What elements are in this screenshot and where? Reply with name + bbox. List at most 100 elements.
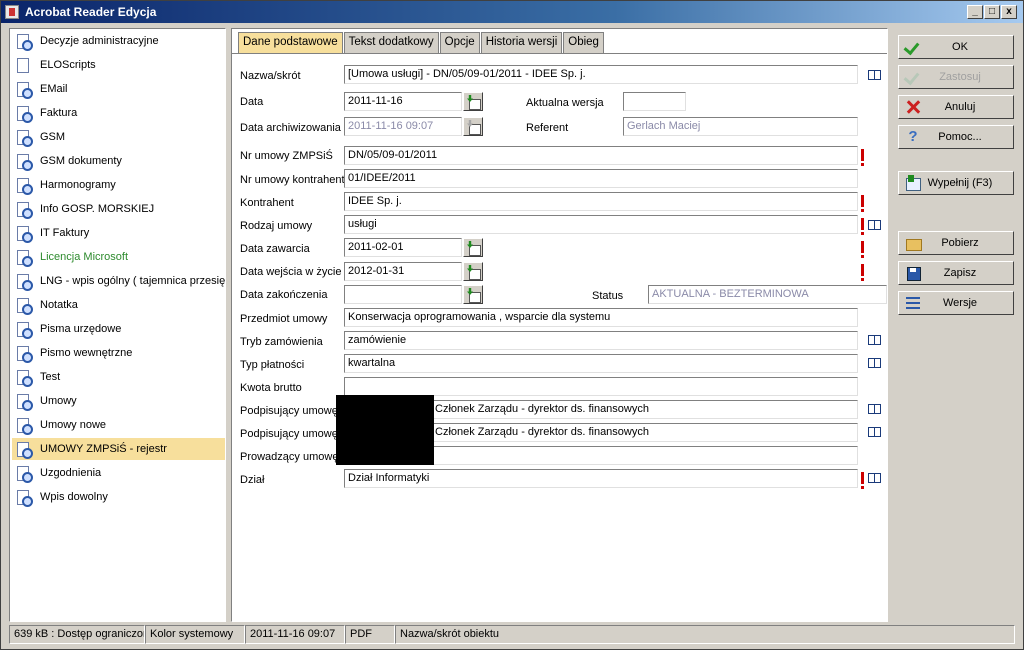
ok-button[interactable]: OK: [898, 35, 1014, 59]
sidebar-item-it-faktury[interactable]: IT Faktury: [12, 222, 225, 244]
prowadzacy-label: Prowadzący umowę: [240, 451, 336, 463]
nr-umowy-kontrahenta-field[interactable]: 01/IDEE/2011: [344, 169, 858, 188]
dzial-field[interactable]: Dział Informatyki: [344, 469, 858, 488]
save-button-label: Zapisz: [943, 267, 977, 279]
maximize-button[interactable]: □: [984, 5, 1000, 19]
sidebar-item-label: UMOWY ZMPSiŚ - rejestr: [40, 443, 167, 455]
tryb-field[interactable]: zamówienie: [344, 331, 858, 350]
calendar-picker-icon[interactable]: [463, 285, 483, 304]
document-search-icon: [15, 33, 33, 51]
nazwa-field[interactable]: [Umowa usługi] - DN/05/09-01/2011 - IDEE…: [344, 65, 858, 84]
sidebar-item-label: Info GOSP. MORSKIEJ: [40, 203, 155, 215]
tab-opcje[interactable]: Opcje: [439, 32, 480, 53]
close-button[interactable]: x: [1001, 5, 1017, 19]
metadata-form-panel: Dane podstawowe Tekst dodatkowy Opcje Hi…: [231, 28, 888, 622]
sidebar-item-faktura[interactable]: Faktura: [12, 102, 225, 124]
aktualna-wersja-field[interactable]: [623, 92, 686, 111]
tab-obieg[interactable]: Obieg: [563, 32, 604, 53]
przedmiot-field[interactable]: Konserwacja oprogramowania , wsparcie dl…: [344, 308, 858, 327]
catalog-book-icon[interactable]: [868, 358, 881, 368]
nr-umowy-zmpsis-label: Nr umowy ZMPSiŚ: [240, 150, 333, 162]
get-button[interactable]: Pobierz: [898, 231, 1014, 255]
sidebar-item-pisma-urzedowe[interactable]: Pisma urzędowe: [12, 318, 225, 340]
document-search-icon: [15, 297, 33, 315]
sidebar-item-wpis-dowolny[interactable]: Wpis dowolny: [12, 486, 225, 508]
sidebar-item-gsm-dokumenty[interactable]: GSM dokumenty: [12, 150, 225, 172]
document-search-icon: [15, 345, 33, 363]
sidebar-item-uzgodnienia[interactable]: Uzgodnienia: [12, 462, 225, 484]
sidebar-item-lng[interactable]: LNG - wpis ogólny ( tajemnica przesiębi: [12, 270, 225, 292]
status-field: AKTUALNA - BEZTERMINOWA: [648, 285, 887, 304]
required-marker-icon: [861, 264, 864, 281]
rodzaj-umowy-field[interactable]: usługi: [344, 215, 858, 234]
catalog-book-icon[interactable]: [868, 220, 881, 230]
catalog-book-icon[interactable]: [868, 70, 881, 80]
sidebar-item-label: GSM dokumenty: [40, 155, 122, 167]
title-bar[interactable]: Acrobat Reader Edycja _ □ x: [1, 1, 1023, 23]
required-marker-icon: [861, 472, 864, 489]
fill-form-icon: [905, 175, 921, 191]
nr-umowy-zmpsis-field[interactable]: DN/05/09-01/2011: [344, 146, 858, 165]
required-marker-icon: [861, 241, 864, 258]
data-zakonczenia-field[interactable]: [344, 285, 462, 304]
versions-button-label: Wersje: [942, 297, 978, 309]
sidebar-item-info-gosp[interactable]: Info GOSP. MORSKIEJ: [12, 198, 225, 220]
fill-button-label: Wypełnij (F3): [927, 177, 993, 189]
document-search-icon: [15, 249, 33, 267]
kwota-label: Kwota brutto: [240, 382, 302, 394]
cancel-button[interactable]: Anuluj: [898, 95, 1014, 119]
sidebar-item-umowy-zmpsis-rejestr[interactable]: UMOWY ZMPSiŚ - rejestr: [12, 438, 225, 460]
sidebar-item-umowy-nowe[interactable]: Umowy nowe: [12, 414, 225, 436]
tab-historia-wersji[interactable]: Historia wersji: [480, 32, 563, 53]
floppy-disk-icon: [905, 265, 921, 281]
typ-platnosci-field[interactable]: kwartalna: [344, 354, 858, 373]
dzial-label: Dział: [240, 474, 265, 486]
sidebar-item-licencja[interactable]: Licencja Microsoft: [12, 246, 225, 268]
sidebar-item-test[interactable]: Test: [12, 366, 225, 388]
catalog-book-icon[interactable]: [868, 335, 881, 345]
sidebar-item-label: Pismo wewnętrzne: [40, 347, 133, 359]
minimize-button[interactable]: _: [967, 5, 983, 19]
sidebar-item-umowy[interactable]: Umowy: [12, 390, 225, 412]
document-search-icon: [15, 441, 33, 459]
status-label: Status: [592, 290, 624, 302]
sidebar-item-label: EMail: [40, 83, 68, 95]
fill-button[interactable]: Wypełnij (F3): [898, 171, 1014, 195]
data-field[interactable]: 2011-11-16: [344, 92, 462, 111]
kontrahent-field[interactable]: IDEE Sp. j.: [344, 192, 858, 211]
sidebar-item-decyzje[interactable]: Decyzje administracyjne: [12, 30, 225, 52]
sidebar-item-email[interactable]: EMail: [12, 78, 225, 100]
checkmark-icon: [905, 39, 921, 55]
sidebar-item-label: Harmonogramy: [40, 179, 116, 191]
tab-tekst-dodatkowy[interactable]: Tekst dodatkowy: [343, 32, 439, 53]
ok-button-label: OK: [952, 41, 968, 53]
get-button-label: Pobierz: [941, 237, 979, 249]
data-label: Data: [240, 96, 264, 108]
tab-dane-podstawowe[interactable]: Dane podstawowe: [238, 32, 343, 54]
sidebar-item-harmonogramy[interactable]: Harmonogramy: [12, 174, 225, 196]
calendar-picker-icon[interactable]: [463, 262, 483, 281]
calendar-picker-icon[interactable]: [463, 238, 483, 257]
sidebar-item-label: Test: [40, 371, 61, 383]
data-archiwizowania-label: Data archiwizowania: [240, 122, 341, 134]
sidebar-item-eloscripts[interactable]: ELOScripts: [12, 54, 225, 76]
document-type-list[interactable]: Decyzje administracyjne ELOScripts EMail…: [9, 28, 226, 622]
nazwa-label: Nazwa/skrót: [240, 70, 301, 82]
catalog-book-icon[interactable]: [868, 404, 881, 414]
podpisujacy-2-label: Podpisujący umowę: [240, 428, 336, 440]
save-button[interactable]: Zapisz: [898, 261, 1014, 285]
catalog-book-icon[interactable]: [868, 427, 881, 437]
kwota-field[interactable]: [344, 377, 858, 396]
status-hint: Nazwa/skrót obiektu: [395, 625, 1015, 644]
data-zawarcia-field[interactable]: 2011-02-01: [344, 238, 462, 257]
sidebar-item-label: Licencja Microsoft: [40, 251, 129, 263]
calendar-picker-icon[interactable]: [463, 92, 483, 111]
sidebar-item-gsm[interactable]: GSM: [12, 126, 225, 148]
document-search-icon: [15, 489, 33, 507]
help-button[interactable]: ? Pomoc...: [898, 125, 1014, 149]
data-wejscia-field[interactable]: 2012-01-31: [344, 262, 462, 281]
catalog-book-icon[interactable]: [868, 473, 881, 483]
versions-button[interactable]: Wersje: [898, 291, 1014, 315]
sidebar-item-notatka[interactable]: Notatka: [12, 294, 225, 316]
sidebar-item-pismo-wewnetrzne[interactable]: Pismo wewnętrzne: [12, 342, 225, 364]
